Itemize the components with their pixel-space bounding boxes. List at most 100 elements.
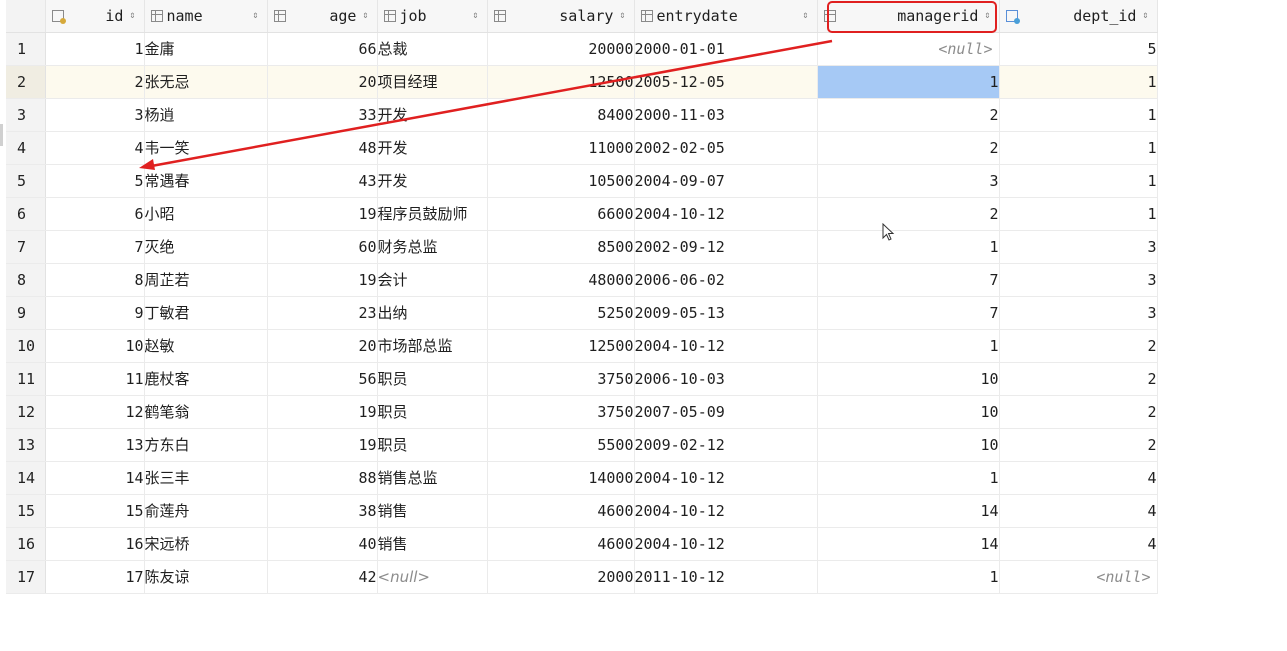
cell-name[interactable]: 杨逍 xyxy=(144,98,268,132)
cell-managerid[interactable]: 1 xyxy=(817,461,1000,495)
cell-dept_id[interactable]: 4 xyxy=(999,494,1158,528)
cell-job[interactable]: 销售 xyxy=(377,494,488,528)
cell-id[interactable]: 5 xyxy=(45,164,145,198)
column-header-name[interactable]: name ⇕ xyxy=(144,0,268,33)
cell-entrydate[interactable]: 2006-10-03 xyxy=(634,362,818,396)
cell-job[interactable]: 开发 xyxy=(377,164,488,198)
cell-managerid[interactable]: 10 xyxy=(817,362,1000,396)
table-row[interactable]: 15 15 俞莲舟 38 销售 4600 2004-10-12 14 4 xyxy=(6,494,1158,528)
cell-id[interactable]: 13 xyxy=(45,428,145,462)
cell-dept_id[interactable]: 2 xyxy=(999,362,1158,396)
cell-age[interactable]: 19 xyxy=(267,197,378,231)
row-number[interactable]: 4 xyxy=(6,131,46,165)
cell-id[interactable]: 3 xyxy=(45,98,145,132)
cell-age[interactable]: 20 xyxy=(267,65,378,99)
cell-salary[interactable]: 12500 xyxy=(487,65,635,99)
sort-toggle-icon[interactable]: ⇕ xyxy=(1142,11,1148,21)
cell-job[interactable]: 会计 xyxy=(377,263,488,297)
cell-name[interactable]: 丁敏君 xyxy=(144,296,268,330)
cell-managerid[interactable]: 10 xyxy=(817,428,1000,462)
cell-job[interactable]: 开发 xyxy=(377,131,488,165)
cell-id[interactable]: 7 xyxy=(45,230,145,264)
column-header-id[interactable]: id ⇕ xyxy=(45,0,145,33)
sort-toggle-icon[interactable]: ⇕ xyxy=(802,11,808,21)
table-row[interactable]: 12 12 鹤笔翁 19 职员 3750 2007-05-09 10 2 xyxy=(6,395,1158,429)
cell-managerid[interactable]: 2 xyxy=(817,98,1000,132)
cell-entrydate[interactable]: 2004-10-12 xyxy=(634,494,818,528)
cell-job[interactable]: 职员 xyxy=(377,428,488,462)
cell-id[interactable]: 10 xyxy=(45,329,145,363)
cell-age[interactable]: 20 xyxy=(267,329,378,363)
cell-managerid[interactable]: <null> xyxy=(817,32,1000,66)
cell-name[interactable]: 鹿杖客 xyxy=(144,362,268,396)
cell-salary[interactable]: 3750 xyxy=(487,395,635,429)
table-row[interactable]: 16 16 宋远桥 40 销售 4600 2004-10-12 14 4 xyxy=(6,527,1158,561)
cell-age[interactable]: 48 xyxy=(267,131,378,165)
table-row[interactable]: 14 14 张三丰 88 销售总监 14000 2004-10-12 1 4 xyxy=(6,461,1158,495)
row-number[interactable]: 12 xyxy=(6,395,46,429)
sort-toggle-icon[interactable]: ⇕ xyxy=(362,11,368,21)
cell-name[interactable]: 张三丰 xyxy=(144,461,268,495)
cell-age[interactable]: 43 xyxy=(267,164,378,198)
cell-managerid[interactable]: 1 xyxy=(817,65,1000,99)
cell-job[interactable]: 总裁 xyxy=(377,32,488,66)
column-header-managerid[interactable]: managerid ⇕ xyxy=(817,0,1000,33)
cell-entrydate[interactable]: 2007-05-09 xyxy=(634,395,818,429)
cell-dept_id[interactable]: <null> xyxy=(999,560,1158,594)
row-number[interactable]: 17 xyxy=(6,560,46,594)
cell-entrydate[interactable]: 2006-06-02 xyxy=(634,263,818,297)
row-number[interactable]: 10 xyxy=(6,329,46,363)
cell-job[interactable]: 程序员鼓励师 xyxy=(377,197,488,231)
row-number[interactable]: 13 xyxy=(6,428,46,462)
cell-age[interactable]: 56 xyxy=(267,362,378,396)
cell-managerid[interactable]: 1 xyxy=(817,230,1000,264)
cell-name[interactable]: 常遇春 xyxy=(144,164,268,198)
cell-job[interactable]: 市场部总监 xyxy=(377,329,488,363)
cell-name[interactable]: 宋远桥 xyxy=(144,527,268,561)
column-header-dept_id[interactable]: dept_id ⇕ xyxy=(999,0,1158,33)
cell-age[interactable]: 38 xyxy=(267,494,378,528)
cell-dept_id[interactable]: 1 xyxy=(999,197,1158,231)
row-number[interactable]: 9 xyxy=(6,296,46,330)
cell-managerid[interactable]: 14 xyxy=(817,527,1000,561)
table-row[interactable]: 7 7 灭绝 60 财务总监 8500 2002-09-12 1 3 xyxy=(6,230,1158,264)
cell-name[interactable]: 俞莲舟 xyxy=(144,494,268,528)
cell-managerid[interactable]: 2 xyxy=(817,197,1000,231)
cell-entrydate[interactable]: 2009-02-12 xyxy=(634,428,818,462)
cell-name[interactable]: 金庸 xyxy=(144,32,268,66)
cell-age[interactable]: 60 xyxy=(267,230,378,264)
row-number[interactable]: 2 xyxy=(6,65,46,99)
cell-age[interactable]: 40 xyxy=(267,527,378,561)
cell-name[interactable]: 小昭 xyxy=(144,197,268,231)
cell-id[interactable]: 6 xyxy=(45,197,145,231)
cell-id[interactable]: 2 xyxy=(45,65,145,99)
table-row[interactable]: 3 3 杨逍 33 开发 8400 2000-11-03 2 1 xyxy=(6,98,1158,132)
table-row[interactable]: 9 9 丁敏君 23 出纳 5250 2009-05-13 7 3 xyxy=(6,296,1158,330)
cell-salary[interactable]: 5500 xyxy=(487,428,635,462)
cell-name[interactable]: 韦一笑 xyxy=(144,131,268,165)
cell-age[interactable]: 19 xyxy=(267,428,378,462)
cell-entrydate[interactable]: 2005-12-05 xyxy=(634,65,818,99)
cell-salary[interactable]: 8400 xyxy=(487,98,635,132)
cell-age[interactable]: 19 xyxy=(267,395,378,429)
cell-salary[interactable]: 11000 xyxy=(487,131,635,165)
row-number[interactable]: 14 xyxy=(6,461,46,495)
cell-dept_id[interactable]: 1 xyxy=(999,98,1158,132)
cell-entrydate[interactable]: 2011-10-12 xyxy=(634,560,818,594)
cell-id[interactable]: 4 xyxy=(45,131,145,165)
cell-job[interactable]: 开发 xyxy=(377,98,488,132)
cell-entrydate[interactable]: 2004-10-12 xyxy=(634,527,818,561)
table-row[interactable]: 8 8 周芷若 19 会计 48000 2006-06-02 7 3 xyxy=(6,263,1158,297)
row-number[interactable]: 7 xyxy=(6,230,46,264)
cell-id[interactable]: 15 xyxy=(45,494,145,528)
cell-age[interactable]: 33 xyxy=(267,98,378,132)
cell-age[interactable]: 19 xyxy=(267,263,378,297)
cell-dept_id[interactable]: 2 xyxy=(999,329,1158,363)
table-row[interactable]: 2 2 张无忌 20 项目经理 12500 2005-12-05 1 1 xyxy=(6,65,1158,99)
cell-dept_id[interactable]: 5 xyxy=(999,32,1158,66)
cell-dept_id[interactable]: 1 xyxy=(999,131,1158,165)
cell-managerid[interactable]: 1 xyxy=(817,560,1000,594)
cell-salary[interactable]: 3750 xyxy=(487,362,635,396)
cell-name[interactable]: 赵敏 xyxy=(144,329,268,363)
row-number[interactable]: 5 xyxy=(6,164,46,198)
